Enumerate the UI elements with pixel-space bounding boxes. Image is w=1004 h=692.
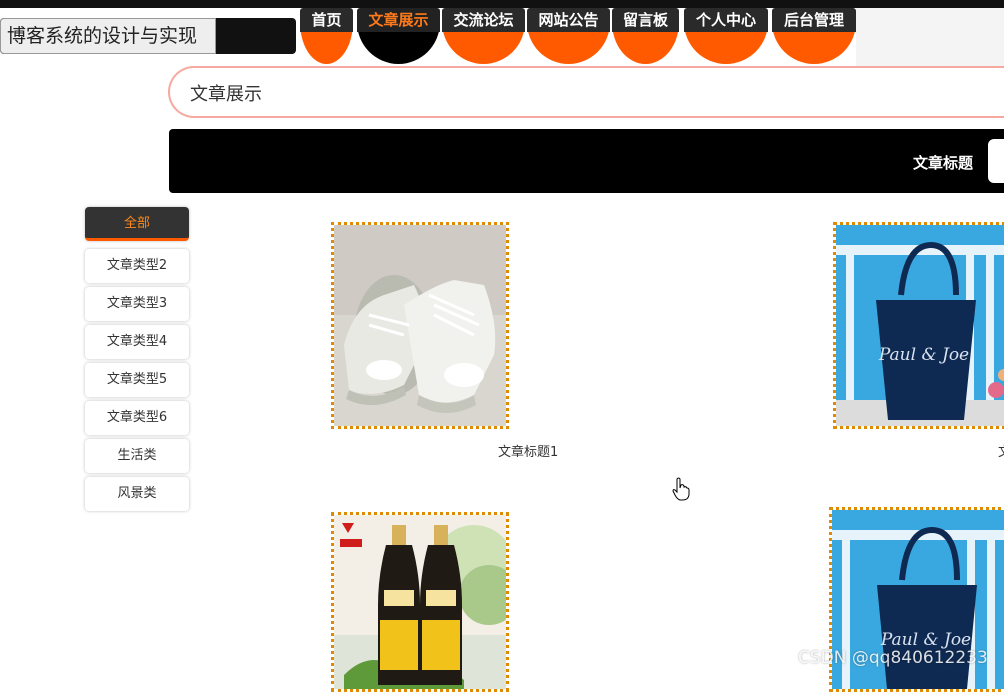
nav-announcements-label: 网站公告 xyxy=(527,8,610,32)
nav-forum[interactable]: 交流论坛 xyxy=(442,8,525,64)
nav-articles[interactable]: 文章展示 xyxy=(357,8,440,64)
article-image-sneakers[interactable] xyxy=(331,222,509,429)
nav-admin[interactable]: 后台管理 xyxy=(772,8,856,64)
page-title: 文章展示 xyxy=(190,84,262,105)
nav-forum-label: 交流论坛 xyxy=(442,8,525,32)
nav-profile[interactable]: 个人中心 xyxy=(684,8,768,64)
watermark: CSDN @qq840612233 xyxy=(798,648,988,668)
svg-text:Paul & Joe: Paul & Joe xyxy=(878,345,969,365)
category-item[interactable]: 文章类型6 xyxy=(85,401,189,435)
top-strip xyxy=(0,0,1004,8)
nav-announcements[interactable]: 网站公告 xyxy=(527,8,610,64)
category-item[interactable]: 风景类 xyxy=(85,477,189,511)
nav-profile-label: 个人中心 xyxy=(684,8,768,32)
search-input[interactable] xyxy=(988,139,1004,183)
page-title-banner: 文章展示 xyxy=(168,66,1004,118)
nav-guestbook-label: 留言板 xyxy=(612,8,679,32)
site-logo-text: 博客系统的设计与实现 xyxy=(0,18,216,54)
nav-home-label: 首页 xyxy=(300,8,353,32)
nav-articles-label: 文章展示 xyxy=(357,8,440,32)
hand-cursor-icon xyxy=(672,477,690,501)
site-logo[interactable]: 博客系统的设计与实现 xyxy=(0,18,296,54)
nav-home[interactable]: 首页 xyxy=(300,8,353,64)
article-image-tote[interactable]: Paul & Joe xyxy=(833,222,1004,429)
category-all[interactable]: 全部 xyxy=(85,207,189,241)
search-bar: 文章标题 xyxy=(169,129,1004,193)
article-title[interactable]: 文章标题1 xyxy=(498,441,558,460)
svg-text:Paul & Joe: Paul & Joe xyxy=(880,630,971,650)
category-item[interactable]: 文章类型5 xyxy=(85,363,189,397)
category-item[interactable]: 文章类型2 xyxy=(85,249,189,283)
search-label: 文章标题 xyxy=(913,154,974,172)
article-image-bottles[interactable] xyxy=(331,512,509,692)
nav-admin-label: 后台管理 xyxy=(772,8,856,32)
article-title[interactable]: 文 xyxy=(998,441,1004,460)
nav-background xyxy=(856,8,1004,66)
category-item[interactable]: 文章类型3 xyxy=(85,287,189,321)
category-item[interactable]: 文章类型4 xyxy=(85,325,189,359)
category-item[interactable]: 生活类 xyxy=(85,439,189,473)
nav-guestbook[interactable]: 留言板 xyxy=(612,8,679,64)
